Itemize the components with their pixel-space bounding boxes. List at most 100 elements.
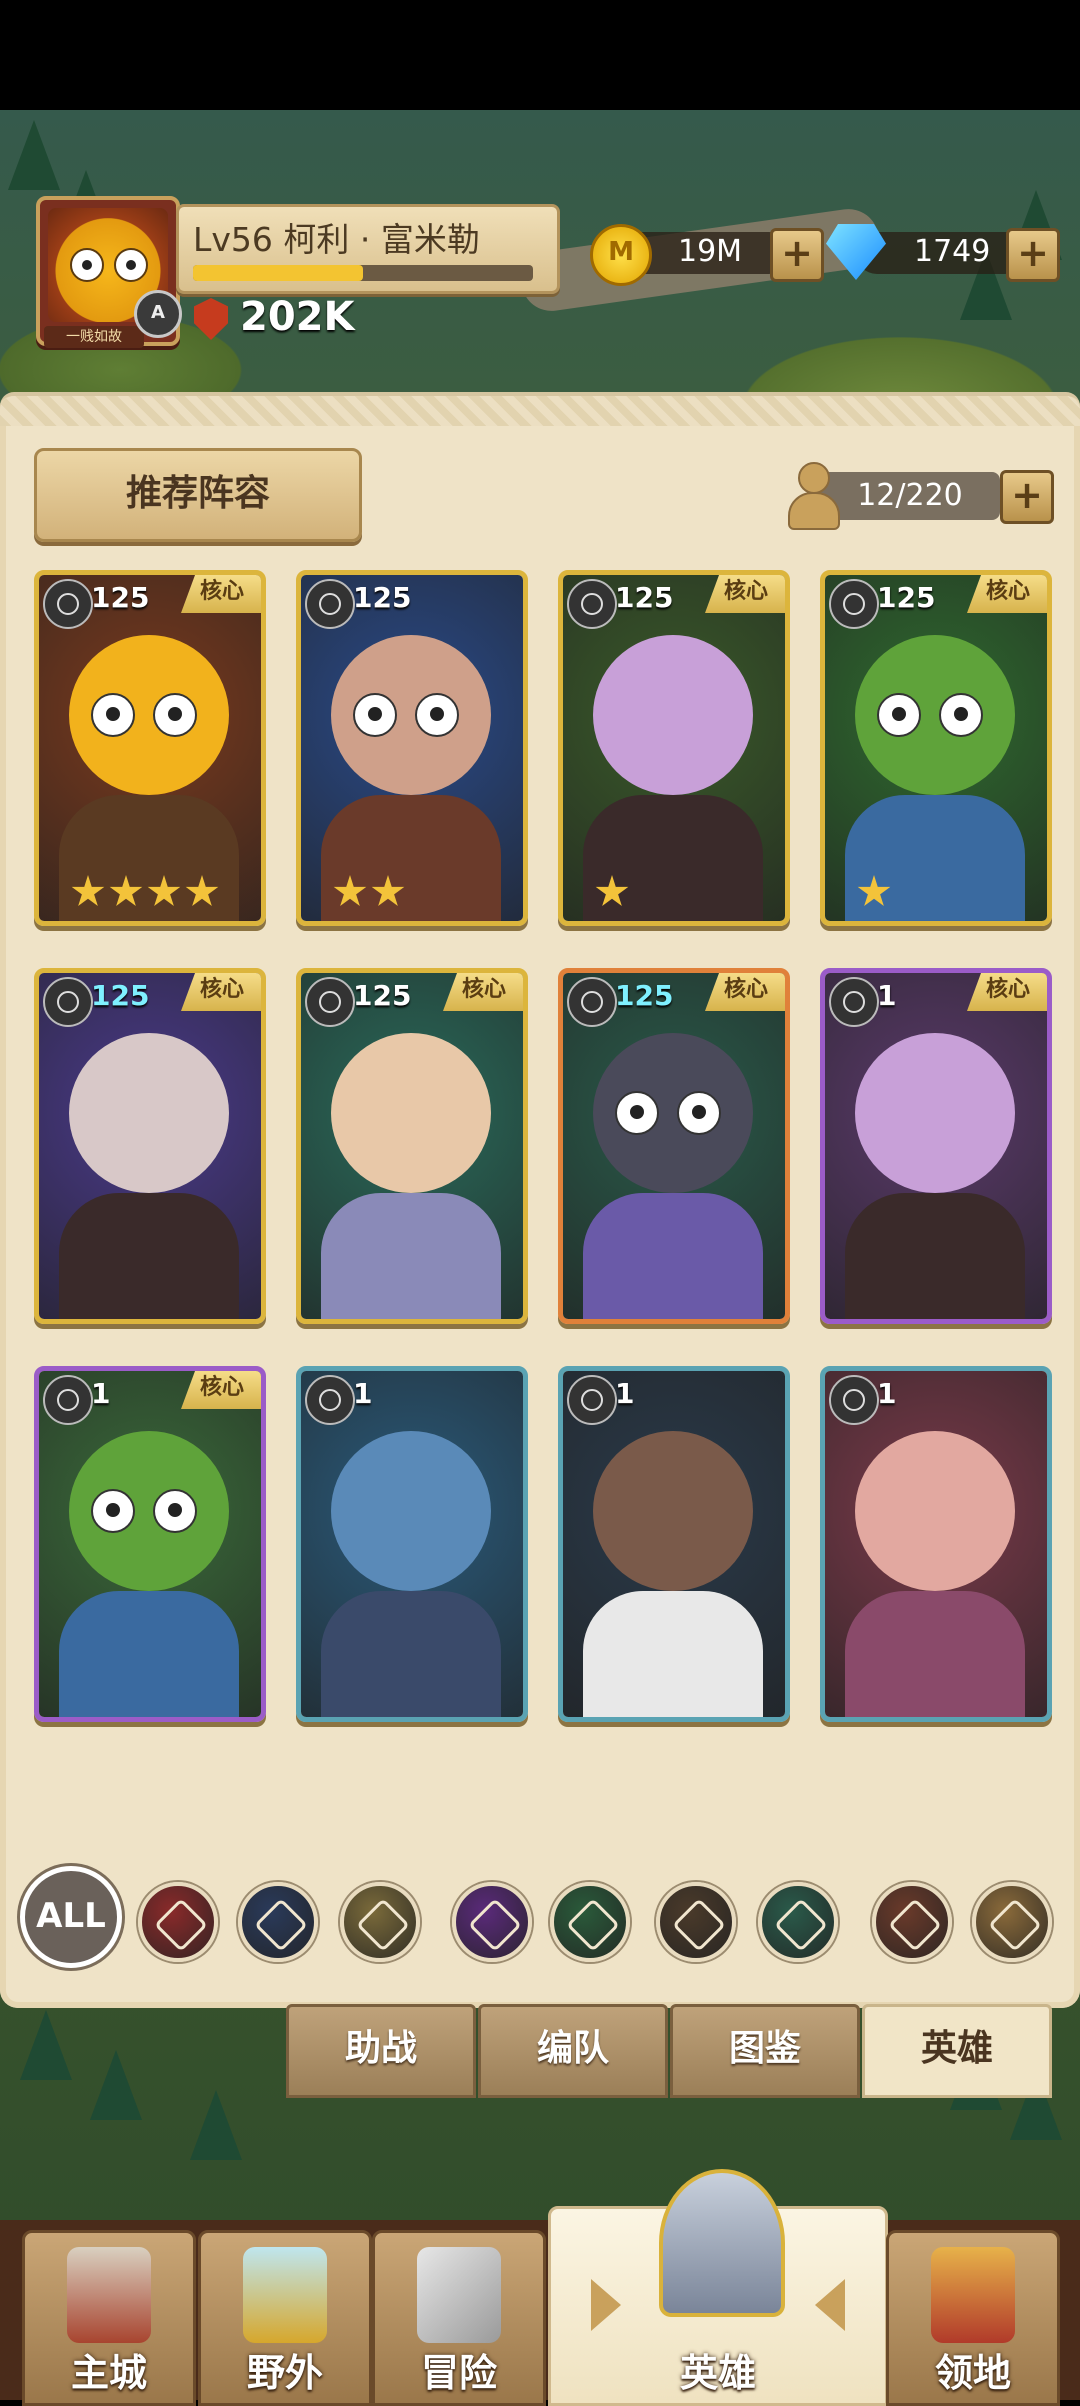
xp-bar-fill (193, 265, 363, 281)
recommended-lineup-button[interactable]: 推荐阵容 (34, 448, 362, 542)
filter-all-button[interactable]: ALL (20, 1866, 122, 1968)
hero-body (59, 1193, 239, 1319)
hero-level: 1 (615, 1377, 635, 1410)
hero-eyes (353, 693, 473, 737)
hero-level: 1 (91, 1377, 111, 1410)
hero-stars (333, 875, 409, 911)
nav-main-city[interactable]: 主城 (22, 2230, 196, 2406)
hero-card[interactable]: 1 (558, 1366, 790, 1722)
hero-card[interactable]: 1 (296, 1366, 528, 1722)
hammer-icon (988, 1898, 1042, 1952)
nav-label: 领地 (934, 2351, 1011, 2395)
hero-head (331, 1033, 491, 1193)
nav-wilds[interactable]: 野外 (198, 2230, 372, 2406)
hero-level: 1 (353, 1377, 373, 1410)
filter-shield-button[interactable] (138, 1882, 218, 1962)
hero-level: 125 (353, 581, 412, 614)
player-name: 柯利 · 富米勒 (283, 220, 480, 259)
wings-icon (356, 1898, 410, 1952)
person-icon (784, 462, 840, 530)
hero-class-icon (829, 977, 879, 1027)
hero-class-icon (567, 1375, 617, 1425)
hero-eyes (91, 1489, 211, 1533)
hero-body (583, 1193, 763, 1319)
hero-body (583, 1591, 763, 1717)
hero-capacity: 12/220 + (784, 462, 1054, 530)
filter-skull-button[interactable] (452, 1882, 532, 1962)
hero-card[interactable]: 125 核心 (296, 968, 528, 1324)
hero-card[interactable]: 1 (820, 1366, 1052, 1722)
player-level-name: Lv56 柯利 · 富米勒 (193, 213, 480, 261)
filter-staff-button[interactable] (238, 1882, 318, 1962)
hero-class-icon (43, 579, 93, 629)
filter-bull-button[interactable] (872, 1882, 952, 1962)
crossed-swords-icon (566, 1898, 620, 1952)
filter-hammer-button[interactable] (972, 1882, 1052, 1962)
nav-adventure[interactable]: 冒险 (372, 2230, 546, 2406)
avatar-title-badge: 一贱如故 (44, 326, 144, 348)
hero-card[interactable]: 1 核心 (820, 968, 1052, 1324)
paw-icon (672, 1898, 726, 1952)
capacity-pill: 12/220 (820, 472, 1000, 520)
add-gems-button[interactable]: + (1006, 228, 1060, 282)
shield-icon (154, 1898, 208, 1952)
skull-icon (468, 1898, 522, 1952)
filter-bow-button[interactable] (758, 1882, 838, 1962)
bull-icon (888, 1898, 942, 1952)
tab-formation[interactable]: 编队 (478, 2004, 668, 2098)
bow-icon (774, 1898, 828, 1952)
star-icon (371, 875, 405, 906)
filter-paw-button[interactable] (656, 1882, 736, 1962)
filter-wings-button[interactable] (340, 1882, 420, 1962)
hero-level: 125 (353, 979, 412, 1012)
nav-label: 冒险 (420, 2351, 497, 2395)
hero-eyes (91, 693, 211, 737)
nav-territory[interactable]: 领地 (886, 2230, 1060, 2406)
hero-class-icon (829, 1375, 879, 1425)
nav-label: 主城 (70, 2351, 147, 2395)
star-icon (147, 875, 181, 906)
portal-icon (243, 2247, 327, 2343)
gem-value: 1749 (914, 234, 991, 269)
helmet-icon (659, 2169, 785, 2317)
hero-card[interactable]: 125 核心 (34, 968, 266, 1324)
add-gold-button[interactable]: + (770, 228, 824, 282)
gold-value: 19M (678, 234, 743, 269)
hero-card[interactable]: 125 核心 (34, 570, 266, 926)
player-info-panel[interactable]: Lv56 柯利 · 富米勒 (176, 204, 560, 294)
star-icon (109, 875, 143, 906)
hero-card[interactable]: 125 核心 (558, 570, 790, 926)
hero-class-icon (567, 977, 617, 1027)
hero-head (855, 1033, 1015, 1193)
arrow-right-icon (591, 2279, 621, 2331)
filter-crossed-swords-button[interactable] (550, 1882, 630, 1962)
tab-codex[interactable]: 图鉴 (670, 2004, 860, 2098)
hero-head (331, 1431, 491, 1591)
hero-card[interactable]: 125 (296, 570, 528, 926)
panel-border-pattern (0, 396, 1080, 426)
star-icon (71, 875, 105, 906)
hero-card[interactable]: 125 核心 (558, 968, 790, 1324)
staff-icon (254, 1898, 308, 1952)
hero-class-icon (829, 579, 879, 629)
hero-stars (595, 875, 633, 911)
expand-capacity-button[interactable]: + (1000, 470, 1054, 524)
hero-eyes (615, 1091, 735, 1135)
hero-head (593, 1431, 753, 1591)
hero-level: 125 (877, 581, 936, 614)
tab-heroes[interactable]: 英雄 (862, 2004, 1052, 2098)
nav-label: 野外 (246, 2351, 323, 2395)
hero-card[interactable]: 125 核心 (820, 570, 1052, 926)
arrow-left-icon (815, 2279, 845, 2331)
player-power: 202K (240, 294, 355, 340)
banner-icon (931, 2247, 1015, 2343)
gem-counter: 1749 + (826, 224, 1066, 282)
hero-head (593, 635, 753, 795)
star-icon (185, 875, 219, 906)
hero-card[interactable]: 1 核心 (34, 1366, 266, 1722)
hero-body (59, 1591, 239, 1717)
nav-heroes[interactable]: 英雄 (548, 2169, 888, 2406)
gold-coin-icon: M (590, 224, 652, 286)
tab-support[interactable]: 助战 (286, 2004, 476, 2098)
capacity-value: 12/220 (857, 478, 963, 513)
